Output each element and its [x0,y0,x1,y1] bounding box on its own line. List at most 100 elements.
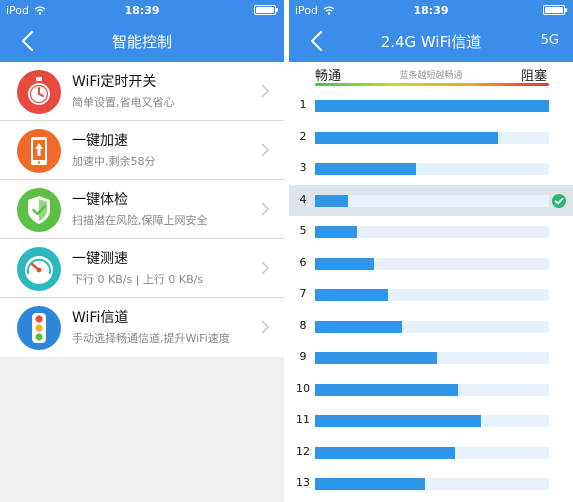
channel-row[interactable]: 9 [289,342,573,374]
item-subtitle: 下行 0 KB/s | 上行 0 KB/s [72,273,204,286]
channel-load-bar [315,163,416,175]
channel-row[interactable]: 4 [289,184,573,216]
channel-number: 11 [296,413,310,426]
chevron-right-icon [261,320,270,334]
channel-load-track [315,383,549,396]
channel-row[interactable]: 7 [289,279,573,311]
channel-load-track [315,446,549,459]
item-title: WiFi信道 [72,310,129,326]
channel-number: 13 [296,476,310,489]
item-subtitle: 扫描潜在风险,保障上网安全 [72,214,208,227]
chevron-right-icon [261,202,270,216]
item-title: 一键体检 [72,192,128,208]
channel-load-track [315,415,549,427]
channel-number: 9 [299,350,307,363]
channel-load-bar [315,131,498,144]
channel-load-bar [315,383,458,396]
congestion-legend: 畅通 蓝条越短越畅通 阻塞 [289,62,573,90]
battery-level [545,7,563,13]
channel-row[interactable]: 3 [289,153,573,185]
channel-load-bar [315,100,549,112]
channel-number: 5 [299,224,307,237]
channel-load-bar [315,478,425,490]
channel-number: 8 [299,318,307,332]
channel-load-track [315,320,549,333]
channel-row[interactable]: 11 [289,405,573,437]
status-bar: iPod 18:39 [0,0,284,20]
smart-control-screen: iPod 18:39 智能控制 WiFi定时开关 简单设置,省电又省心 一键加速… [0,0,284,502]
item-title: 一键加速 [72,133,128,149]
channel-row[interactable]: 13 [289,468,573,500]
channel-list: 1 2 3 4 5 6 7 8 9 10 11 12 13 [289,90,573,500]
status-time: 18:39 [124,4,160,17]
channel-load-bar [315,320,402,333]
app-header: iPod 18:39 智能控制 [0,0,284,62]
status-time: 18:39 [413,4,449,17]
phone-speedup-icon [17,129,61,173]
channel-load-bar [315,194,348,207]
channel-number: 3 [299,161,307,174]
list-item-checkup[interactable]: 一键体检 扫描潜在风险,保障上网安全 [0,180,284,239]
channel-row[interactable]: 12 [289,437,573,469]
list-item-speedtest[interactable]: 一键测速 下行 0 KB/s | 上行 0 KB/s [0,239,284,298]
page-title: 智能控制 [111,33,172,51]
channel-number: 4 [299,192,307,206]
band-5g-button[interactable]: 5G [541,33,559,48]
selected-check-icon [552,193,566,208]
battery-level [256,7,274,13]
item-subtitle: 加速中,剩余58分 [72,155,156,168]
item-subtitle: 手动选择畅通信道,提升WiFi速度 [72,332,230,345]
list-item-speedup[interactable]: 一键加速 加速中,剩余58分 [0,121,284,180]
traffic-light-icon [17,306,61,350]
channel-row[interactable]: 5 [289,216,573,248]
channel-load-track [315,163,549,175]
channel-load-track [315,131,549,144]
speedometer-icon [17,247,61,291]
channel-number: 1 [299,98,307,111]
channel-load-track [315,194,549,207]
stopwatch-icon [17,70,61,114]
chevron-right-icon [261,261,270,275]
wifi-channel-screen: iPod 18:39 2.4G WiFi信道 5G 畅通 蓝条越短越畅通 阻塞 [289,0,573,502]
channel-row[interactable]: 2 [289,122,573,154]
channel-load-track [315,478,549,490]
status-bar: iPod 18:39 [289,0,573,20]
nav-bar: 智能控制 [0,20,284,62]
channel-number: 6 [299,255,307,269]
legend-bad-label: 阻塞 [520,69,547,84]
channel-number: 10 [296,381,310,395]
app-header: iPod 18:39 2.4G WiFi信道 5G [289,0,573,62]
channel-row[interactable]: 10 [289,374,573,406]
legend-gradient-bar [315,83,549,86]
list-item-wifi-timer[interactable]: WiFi定时开关 简单设置,省电又省心 [0,62,284,121]
channel-load-track [315,289,549,301]
battery-icon [543,5,567,15]
channel-load-bar [315,352,437,364]
channel-load-track [315,226,549,238]
channel-load-bar [315,226,357,238]
chevron-right-icon [261,143,270,157]
nav-bar: 2.4G WiFi信道 5G [289,20,573,62]
chevron-right-icon [261,84,270,98]
channel-load-bar [315,415,481,427]
page-title: 2.4G WiFi信道 [380,33,482,51]
channel-load-bar [315,446,455,459]
battery-icon [254,5,278,15]
channel-load-bar [315,257,374,270]
item-title: 一键测速 [72,251,128,267]
channel-load-track [315,352,549,364]
item-title: WiFi定时开关 [72,74,157,90]
channel-row[interactable]: 8 [289,311,573,343]
channel-row[interactable]: 1 [289,90,573,122]
shield-check-icon [17,188,61,232]
channel-number: 12 [296,444,310,458]
channel-load-track [315,257,549,270]
channel-load-bar [315,289,388,301]
item-subtitle: 简单设置,省电又省心 [72,96,175,109]
feature-list: WiFi定时开关 简单设置,省电又省心 一键加速 加速中,剩余58分 一键体检 … [0,62,284,357]
list-item-wifi-channel[interactable]: WiFi信道 手动选择畅通信道,提升WiFi速度 [0,298,284,357]
channel-number: 2 [299,129,307,143]
channel-row[interactable]: 6 [289,248,573,280]
channel-load-track [315,100,549,112]
channel-number: 7 [299,287,307,300]
